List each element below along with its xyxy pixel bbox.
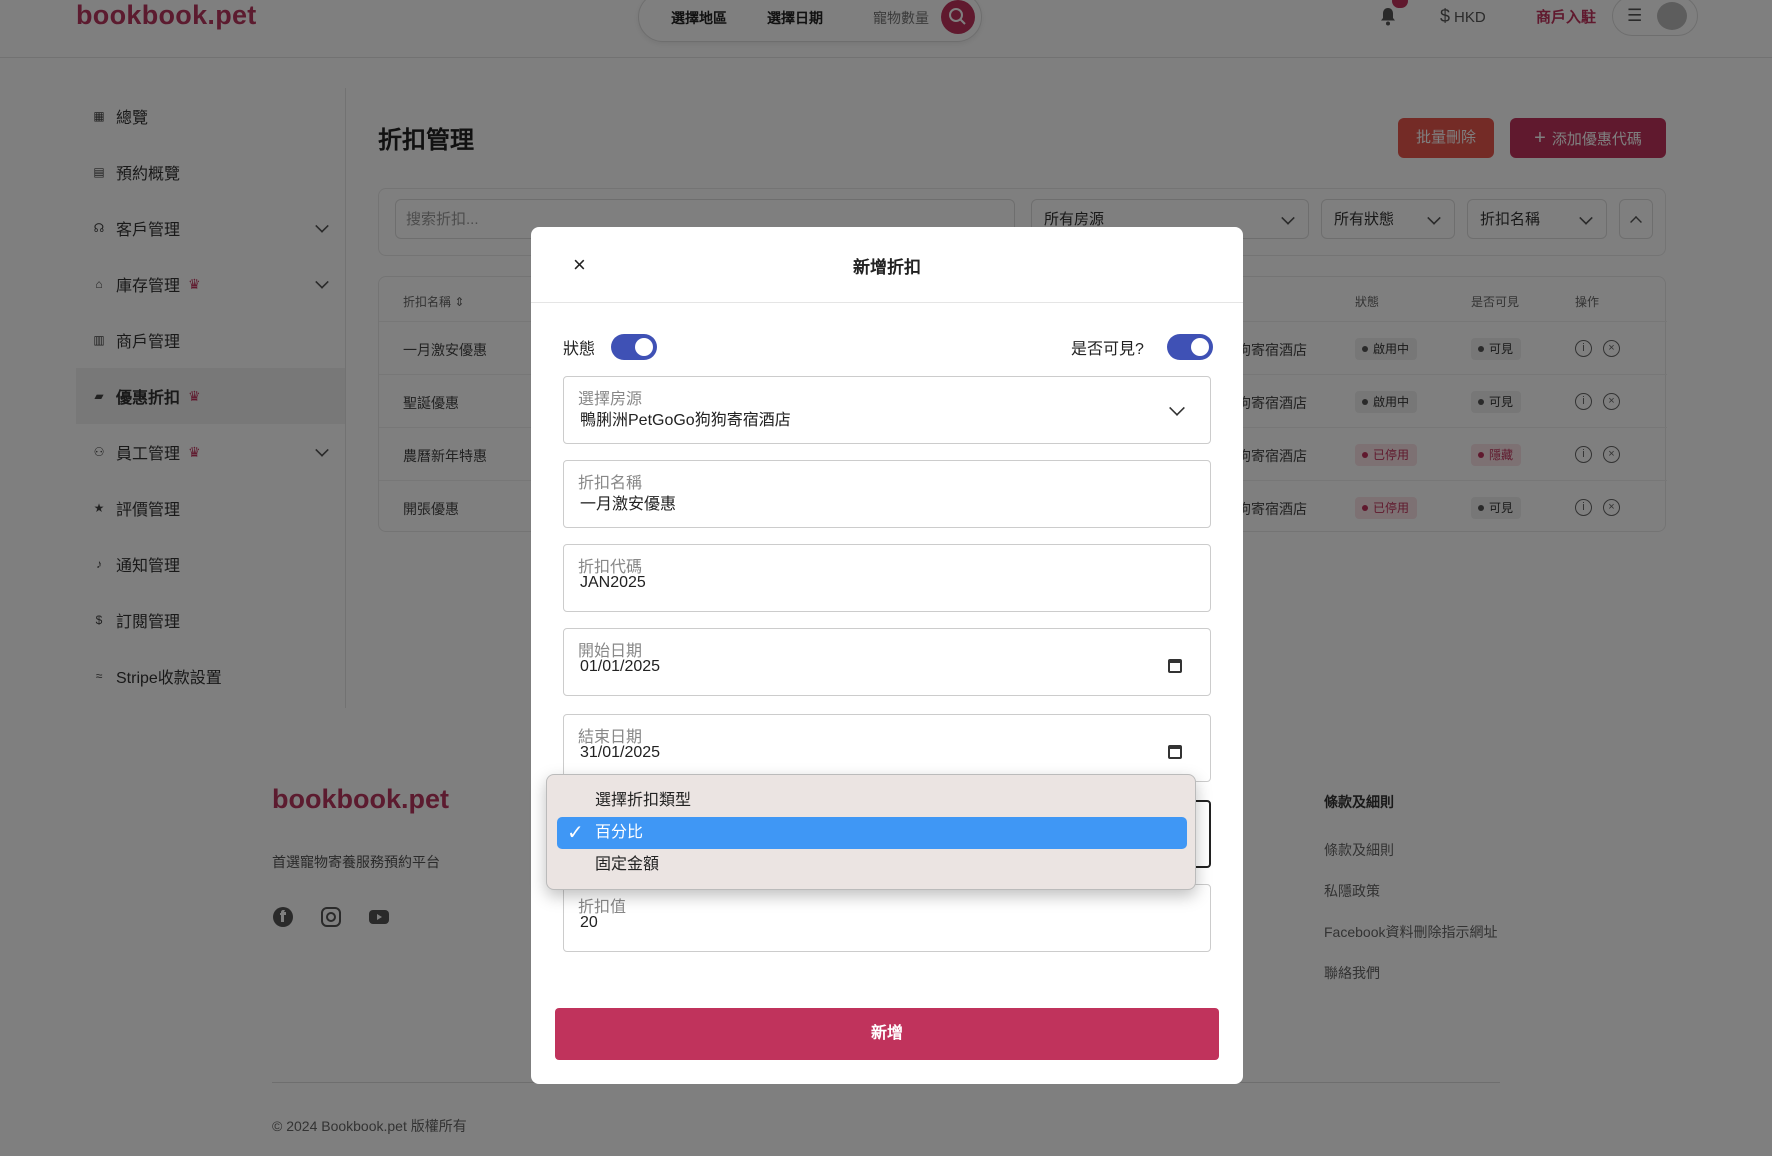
add-discount-modal: 新增折扣 × 狀態 是否可見? 選擇房源 鴨脷洲PetGoGo狗狗寄宿酒店 折扣… xyxy=(531,227,1243,1084)
property-select-value: 鴨脷洲PetGoGo狗狗寄宿酒店 xyxy=(580,412,791,429)
discount-value-field[interactable]: 折扣值 20 xyxy=(563,884,1211,952)
submit-button[interactable]: 新增 xyxy=(555,1008,1219,1060)
discount-code-value: JAN2025 xyxy=(580,574,646,591)
calendar-icon[interactable] xyxy=(1168,745,1182,759)
discount-type-dropdown: 選擇折扣類型 ✓ 百分比 固定金額 xyxy=(546,774,1196,890)
dropdown-option-selected[interactable]: ✓ 百分比 xyxy=(557,817,1187,849)
end-date-field[interactable]: 結束日期 31/01/2025 xyxy=(563,714,1211,782)
start-date-field[interactable]: 開始日期 01/01/2025 xyxy=(563,628,1211,696)
visible-label: 是否可見? xyxy=(1071,341,1144,358)
dropdown-option[interactable]: 固定金額 xyxy=(557,849,1187,881)
status-toggle[interactable] xyxy=(611,334,657,360)
calendar-icon[interactable] xyxy=(1168,659,1182,673)
end-date-value: 31/01/2025 xyxy=(580,744,661,761)
modal-title: 新增折扣 xyxy=(853,258,921,277)
dropdown-option[interactable]: 選擇折扣類型 xyxy=(557,785,1187,817)
modal-header: 新增折扣 × xyxy=(531,227,1243,303)
discount-code-field[interactable]: 折扣代碼 JAN2025 xyxy=(563,544,1211,612)
discount-value-value: 20 xyxy=(580,914,598,931)
visible-toggle[interactable] xyxy=(1167,334,1213,360)
discount-name-value: 一月激安優惠 xyxy=(580,496,677,513)
status-label: 狀態 xyxy=(563,341,596,358)
property-select[interactable]: 選擇房源 鴨脷洲PetGoGo狗狗寄宿酒店 xyxy=(563,376,1211,444)
start-date-value: 01/01/2025 xyxy=(580,658,661,675)
close-icon[interactable]: × xyxy=(573,251,586,279)
dropdown-option-label: 百分比 xyxy=(595,824,644,841)
discount-name-field[interactable]: 折扣名稱 一月激安優惠 xyxy=(563,460,1211,528)
checkmark-icon: ✓ xyxy=(567,822,584,844)
chevron-down-icon xyxy=(1169,400,1185,416)
